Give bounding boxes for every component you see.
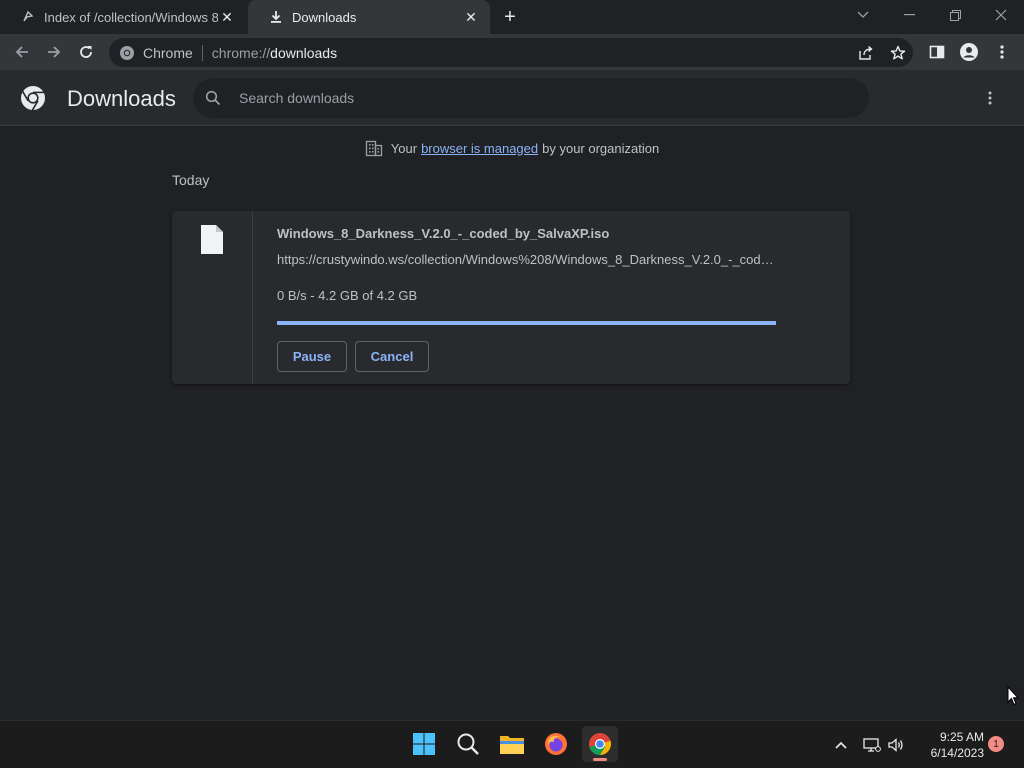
show-hidden-icons-chevron-icon[interactable] [830,733,852,757]
downloads-more-actions-icon[interactable] [978,86,1002,110]
page-title: Downloads [67,86,176,111]
search-icon [205,90,221,106]
chrome-menu-icon[interactable] [988,38,1016,66]
download-source-url-text: https://crustywindo.ws/collection/Window… [277,252,774,267]
clock-date: 6/14/2023 [930,746,984,760]
download-source-url[interactable]: https://crustywindo.ws/collection/Window… [277,252,777,267]
mouse-cursor-icon [1007,685,1020,711]
site-favicon-icon [20,9,36,25]
managed-prefix: Your [390,140,418,156]
close-tab-icon[interactable]: ✕ [218,8,236,26]
site-info-chip[interactable]: Chrome [119,45,193,61]
tab-strip: Index of /collection/Windows 8/ ✕ Downlo… [0,0,1024,34]
browser-toolbar: Chrome chrome://downloads [0,34,1024,70]
site-label: Chrome [143,44,193,61]
notification-badge[interactable]: 1 [988,736,1004,752]
chrome-icon[interactable] [582,726,618,762]
omnibox-divider [201,44,203,61]
download-item-card: Windows_8_Darkness_V.2.0_-_coded_by_Salv… [172,211,850,384]
tab-title: Index of /collection/Windows 8/ [44,9,218,25]
tab-title: Downloads [292,9,357,25]
forward-button[interactable] [40,38,68,66]
reload-button[interactable] [72,38,100,66]
close-window-button[interactable] [978,0,1024,30]
search-icon[interactable] [450,726,486,762]
url-scheme: chrome:// [211,44,271,61]
tab-search-chevron-icon[interactable] [840,0,886,30]
profile-avatar-icon[interactable] [955,38,983,66]
windows-start-icon[interactable] [406,726,442,762]
network-icon[interactable] [861,733,883,757]
managed-notice: Your browser is managed by your organiza… [0,139,1024,157]
active-app-indicator [593,758,607,761]
download-icon [268,9,284,25]
close-tab-icon[interactable]: ✕ [462,8,480,26]
pause-button[interactable]: Pause [277,341,347,372]
file-explorer-icon[interactable] [494,726,530,762]
bookmark-star-icon[interactable] [887,42,909,64]
date-section-header: Today [172,172,210,188]
browser-managed-link[interactable]: browser is managed [421,141,538,156]
download-status: 0 B/s - 4.2 GB of 4.2 GB [277,288,418,303]
file-icon [201,225,223,254]
managed-suffix: by your organization [542,140,660,156]
system-clock[interactable]: 9:25 AM 6/14/2023 [912,729,984,761]
chrome-icon [119,45,135,61]
clock-time: 9:25 AM [939,730,984,744]
windows-taskbar: 9:25 AM 6/14/2023 [0,720,1024,768]
tab-index-collection[interactable]: Index of /collection/Windows 8/ ✕ [0,0,246,34]
search-downloads-input[interactable] [237,89,801,107]
downloads-header: Downloads [0,70,1024,126]
volume-icon[interactable] [885,733,907,757]
download-progress-fill [277,321,776,325]
cancel-button[interactable]: Cancel [355,341,429,372]
file-icon-column [172,211,253,384]
download-filename[interactable]: Windows_8_Darkness_V.2.0_-_coded_by_Salv… [277,226,609,241]
minimize-button[interactable] [886,0,932,30]
search-downloads-box[interactable] [193,78,869,118]
url-host: downloads [270,44,338,61]
restore-button[interactable] [932,0,978,30]
address-bar[interactable]: Chrome chrome://downloads [109,38,913,67]
download-progress-bar [277,321,776,325]
url-text[interactable]: chrome://downloads [212,45,337,61]
side-panel-icon[interactable] [923,38,951,66]
chrome-logo-icon [20,85,46,111]
tab-downloads[interactable]: Downloads ✕ [248,0,490,34]
back-button[interactable] [8,38,36,66]
firefox-icon[interactable] [538,726,574,762]
new-tab-button[interactable]: + [498,5,522,29]
share-icon[interactable] [855,42,877,64]
building-icon [365,139,383,157]
